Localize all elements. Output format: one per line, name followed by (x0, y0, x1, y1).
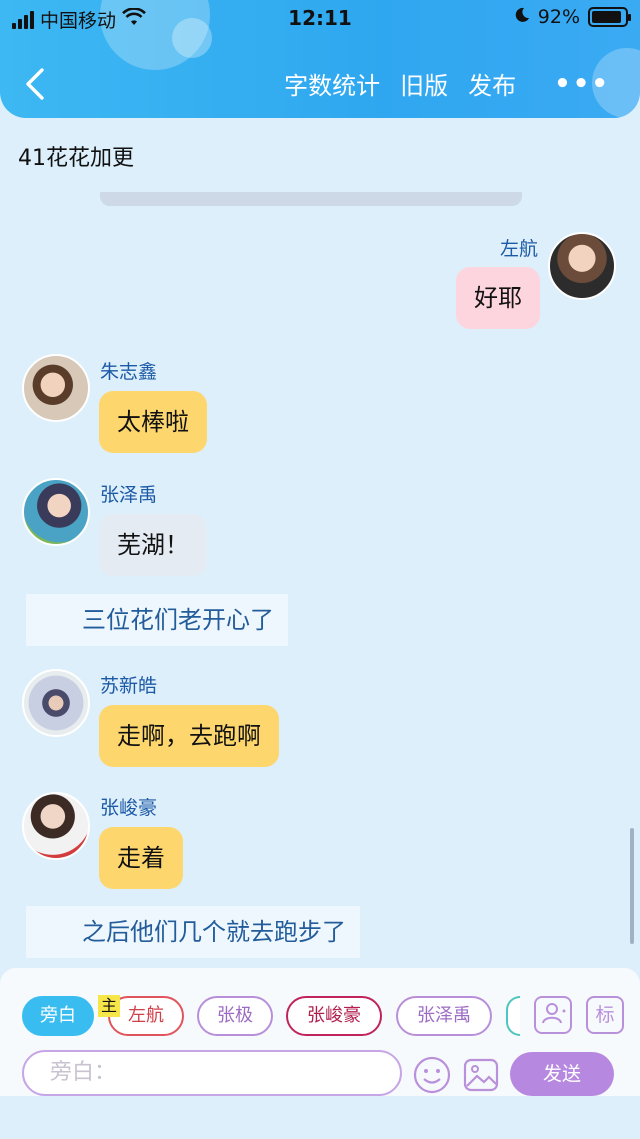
person-chat-icon (542, 1003, 566, 1024)
avatar[interactable] (548, 232, 616, 300)
message-bubble[interactable]: 走啊，去跑啊 (99, 705, 279, 767)
role-chip-narrator[interactable]: 旁白 (22, 996, 94, 1036)
image-button[interactable] (462, 1056, 500, 1094)
avatar[interactable] (22, 669, 90, 737)
host-badge: 主 (98, 995, 120, 1017)
avatar[interactable] (22, 354, 90, 422)
publish-button[interactable]: 发布 (468, 66, 516, 101)
back-button[interactable] (18, 64, 52, 104)
previous-message-edge (100, 192, 522, 206)
word-count-button[interactable]: 字数统计 (284, 66, 380, 101)
role-chip-partial[interactable] (506, 996, 520, 1036)
message-bubble[interactable]: 芜湖！ (99, 514, 207, 576)
emoji-button[interactable] (412, 1055, 452, 1095)
message-input-field[interactable] (22, 1050, 402, 1096)
send-button[interactable]: 发送 (510, 1052, 614, 1096)
sender-name: 张峻豪 (100, 797, 158, 819)
sender-name: 左航 (499, 238, 538, 260)
chevron-left-icon (26, 68, 44, 100)
sender-name: 朱志鑫 (100, 361, 158, 383)
battery-percent: 92% (537, 6, 580, 28)
image-icon (463, 1058, 499, 1092)
status-bar: 中国移动 12:11 92% (0, 0, 640, 36)
chapter-title: 41花花加更 (18, 146, 134, 171)
avatar[interactable] (22, 478, 90, 546)
header-bar: 中国移动 12:11 92% 字数统计 旧版 发布 ••• (0, 0, 640, 118)
message-bubble[interactable]: 走着 (99, 827, 183, 889)
smiley-icon (413, 1056, 451, 1094)
message-bubble[interactable]: 太棒啦 (99, 391, 207, 453)
scrollbar[interactable] (630, 828, 634, 944)
avatar[interactable] (22, 792, 90, 860)
message-bubble[interactable]: 好耶 (456, 267, 540, 329)
sender-name: 张泽禹 (100, 484, 158, 506)
tag-button[interactable]: 标 (586, 996, 624, 1034)
battery-icon (588, 7, 631, 27)
message-input[interactable] (50, 1060, 390, 1085)
more-menu-icon[interactable]: ••• (554, 69, 610, 99)
role-chip[interactable]: 张泽禹 (396, 996, 492, 1036)
nav-bar: 字数统计 旧版 发布 ••• (0, 58, 640, 108)
old-version-button[interactable]: 旧版 (400, 66, 448, 101)
narration-message[interactable]: 之后他们几个就去跑步了 (26, 906, 360, 958)
role-manage-button[interactable] (534, 996, 572, 1034)
bottom-area (0, 1096, 640, 1139)
role-chip[interactable]: 张峻豪 (286, 996, 382, 1036)
moon-icon (514, 6, 530, 28)
role-chip[interactable]: 张极 (197, 996, 273, 1036)
sender-name: 苏新皓 (100, 675, 158, 697)
narration-message[interactable]: 三位花们老开心了 (26, 594, 288, 646)
